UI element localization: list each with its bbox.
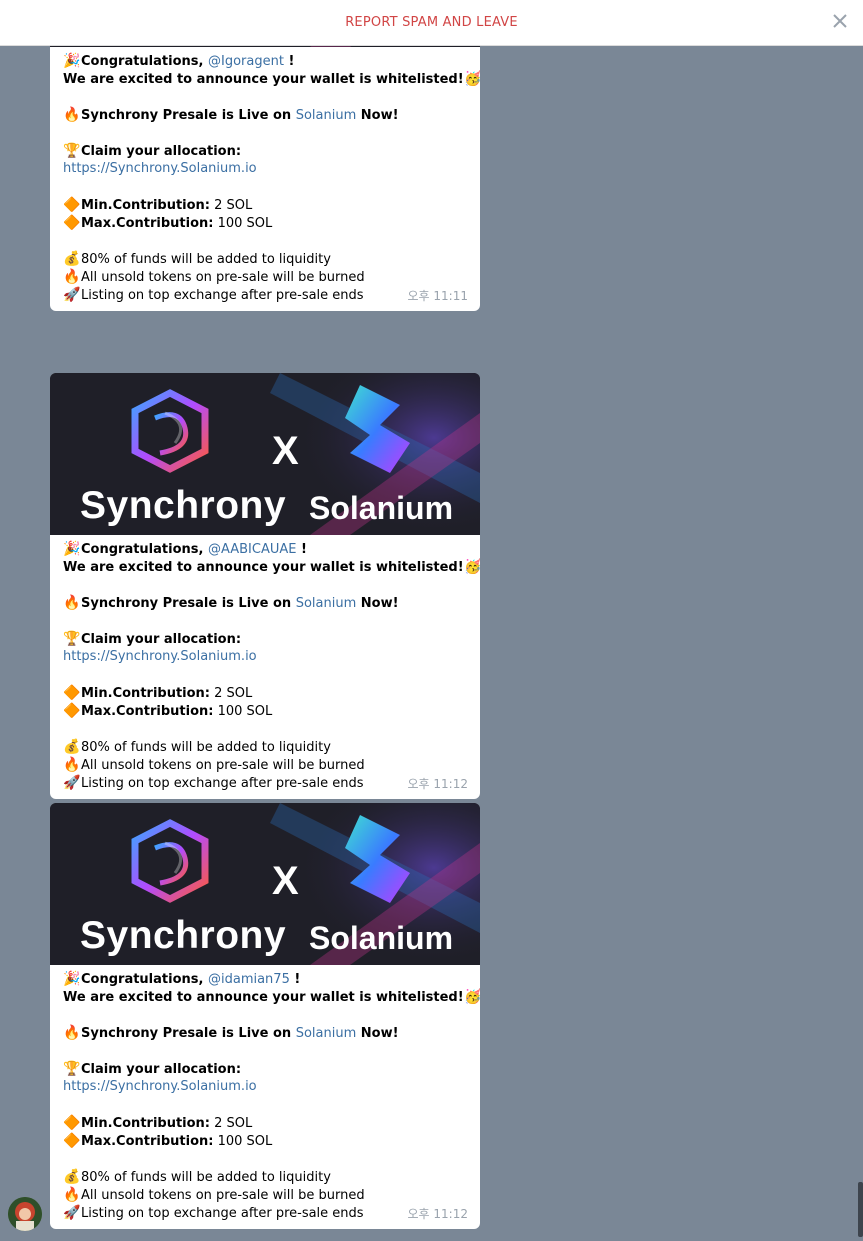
announce-text: We are excited to announce your wallet i…	[63, 72, 464, 87]
fire-icon: 🔥	[63, 595, 81, 611]
message-text: 🎉Congratulations, @AABICAUAE ! We are ex…	[63, 541, 480, 791]
message-time: 오후 11:11	[407, 289, 468, 303]
fire-icon: 🔥	[63, 269, 81, 285]
diamond-icon: 🔶	[63, 1115, 81, 1131]
fire-icon: 🔥	[63, 757, 81, 773]
action-bar: REPORT SPAM AND LEAVE	[0, 0, 863, 46]
party-face-icon: 🥳	[463, 71, 480, 87]
diamond-icon: 🔶	[63, 685, 81, 701]
message-text: 🎉Congratulations, @idamian75 ! We are ex…	[63, 971, 480, 1221]
message-bubble[interactable]: X Synchrony Solanium 🎉Congratulations, @…	[50, 803, 480, 1229]
message-text: 🎉Congratulations, @Igoragent ! We are ex…	[63, 53, 480, 303]
party-icon: 🎉	[63, 971, 81, 987]
claim-text: Claim your allocation:	[81, 632, 242, 647]
fire-icon: 🔥	[63, 1025, 81, 1041]
solanium-link[interactable]: Solanium	[296, 1026, 357, 1041]
username-mention[interactable]: @idamian75	[208, 972, 290, 987]
fire-icon: 🔥	[63, 107, 81, 123]
money-bag-icon: 💰	[63, 251, 81, 267]
trophy-icon: 🏆	[63, 143, 81, 159]
close-icon[interactable]	[829, 10, 851, 32]
announce-text: We are excited to announce your wallet i…	[63, 990, 464, 1005]
message-image[interactable]: X Synchrony Solanium	[50, 373, 480, 535]
message-time: 오후 11:12	[407, 1207, 468, 1221]
rocket-icon: 🚀	[63, 1205, 81, 1221]
party-face-icon: 🥳	[463, 989, 480, 1005]
party-face-icon: 🥳	[463, 559, 480, 575]
message-image[interactable]: X Synchrony Solanium	[50, 803, 480, 965]
diamond-icon: 🔶	[63, 215, 81, 231]
banner-solanium-logo: Solanium	[309, 490, 454, 526]
claim-url-link[interactable]: https://Synchrony.Solanium.io	[63, 1079, 257, 1094]
diamond-icon: 🔶	[63, 197, 81, 213]
scrollbar[interactable]	[858, 1182, 863, 1237]
banner-synchrony-logo: Synchrony	[80, 914, 287, 957]
trophy-icon: 🏆	[63, 631, 81, 647]
money-bag-icon: 💰	[63, 739, 81, 755]
solanium-link[interactable]: Solanium	[296, 108, 357, 123]
announce-text: We are excited to announce your wallet i…	[63, 560, 464, 575]
banner-separator: X	[272, 429, 299, 473]
rocket-icon: 🚀	[63, 287, 81, 303]
banner-synchrony-logo: Synchrony	[80, 484, 287, 527]
trophy-icon: 🏆	[63, 1061, 81, 1077]
money-bag-icon: 💰	[63, 1169, 81, 1185]
message-bubble[interactable]: X Synchrony Solanium 🎉Congratulations, @…	[50, 373, 480, 799]
username-mention[interactable]: @AABICAUAE	[208, 542, 297, 557]
diamond-icon: 🔶	[63, 703, 81, 719]
fire-icon: 🔥	[63, 1187, 81, 1203]
banner-separator: X	[272, 859, 299, 903]
message-bubble[interactable]: X Synchrony Solanium 🎉Congratulations, @…	[50, 0, 480, 311]
party-icon: 🎉	[63, 53, 81, 69]
claim-text: Claim your allocation:	[81, 144, 242, 159]
report-spam-button[interactable]: REPORT SPAM AND LEAVE	[0, 15, 863, 30]
solanium-link[interactable]: Solanium	[296, 596, 357, 611]
claim-text: Claim your allocation:	[81, 1062, 242, 1077]
username-mention[interactable]: @Igoragent	[208, 54, 284, 69]
claim-url-link[interactable]: https://Synchrony.Solanium.io	[63, 161, 257, 176]
party-icon: 🎉	[63, 541, 81, 557]
message-time: 오후 11:12	[407, 777, 468, 791]
diamond-icon: 🔶	[63, 1133, 81, 1149]
banner-solanium-logo: Solanium	[309, 920, 454, 956]
avatar[interactable]	[8, 1197, 42, 1231]
rocket-icon: 🚀	[63, 775, 81, 791]
claim-url-link[interactable]: https://Synchrony.Solanium.io	[63, 649, 257, 664]
